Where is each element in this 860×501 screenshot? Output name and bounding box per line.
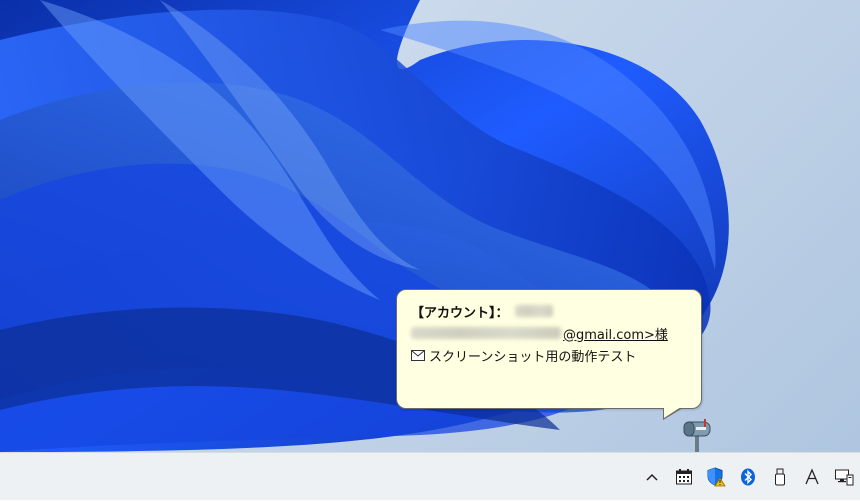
system-tray (636, 453, 860, 501)
usb-device-icon[interactable] (764, 461, 796, 493)
bluetooth-icon[interactable] (732, 461, 764, 493)
subject-row[interactable]: スクリーンショット用の動作テスト (411, 344, 689, 366)
account-row: 【アカウント】： (411, 300, 689, 322)
show-hidden-icons-chevron-icon[interactable] (636, 461, 668, 493)
ime-indicator-icon[interactable] (796, 461, 828, 493)
redacted-email-local-part (411, 327, 561, 339)
redacted-account-name (514, 305, 553, 317)
email-domain-link[interactable]: @gmail.com>様 (563, 324, 668, 343)
mailbox-notifier-icon[interactable] (680, 418, 714, 452)
mail-subject: スクリーンショット用の動作テスト (429, 349, 637, 365)
mail-notification-balloon[interactable]: 【アカウント】： @gmail.com>様 スクリーンショット用の動作テスト (396, 289, 702, 409)
balloon-tail-fill (664, 407, 681, 418)
security-shield-warning-icon[interactable] (700, 461, 732, 493)
account-label: 【アカウント】： (411, 305, 509, 321)
taskbar (0, 452, 860, 500)
email-row: @gmail.com>様 (411, 322, 689, 344)
calendar-icon[interactable] (668, 461, 700, 493)
envelope-icon (411, 349, 425, 361)
network-display-icon[interactable] (828, 461, 860, 493)
